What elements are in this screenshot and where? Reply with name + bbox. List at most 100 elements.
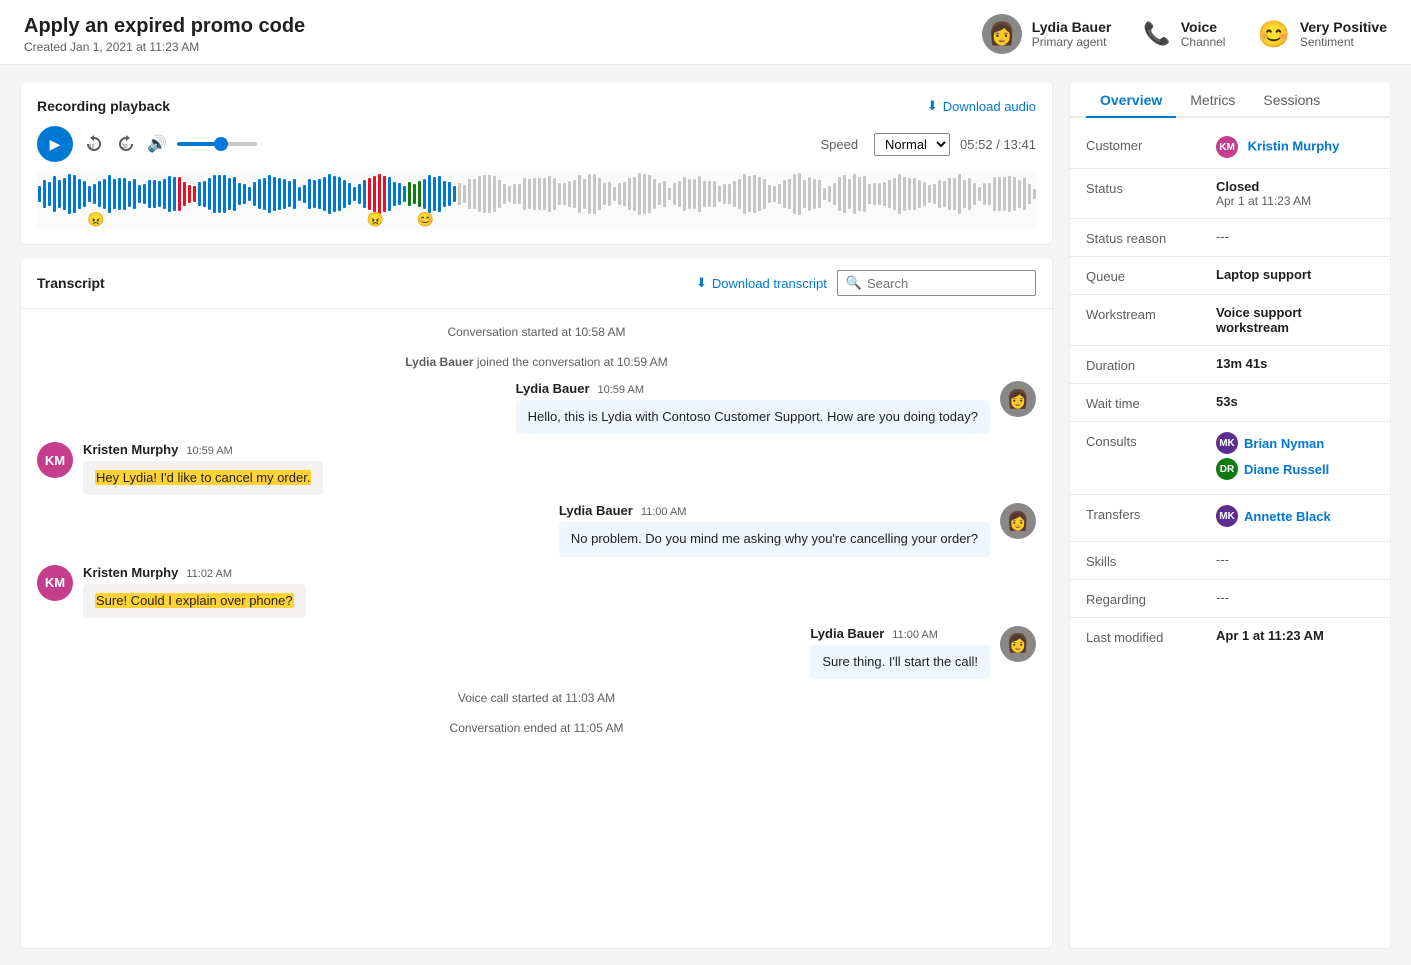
detail-row-skills: Skills --- [1070, 542, 1390, 580]
detail-label: Skills [1086, 552, 1216, 569]
current-time: 05:52 [960, 137, 993, 152]
left-panel: Recording playback ⬇ Download audio ▶ 10… [20, 81, 1053, 949]
waveform-bar [458, 183, 461, 205]
waveform-bar [703, 181, 706, 208]
speed-select[interactable]: Normal 0.5x 0.75x 1.25x 1.5x 2x [874, 133, 950, 156]
waveform-bar [578, 175, 581, 212]
waveform-bar [543, 178, 546, 210]
waveform-bar [613, 187, 616, 200]
waveform-bar [473, 179, 476, 210]
waveform-bar [813, 179, 816, 208]
waveform-bar [718, 186, 721, 201]
waveform-bar [73, 175, 76, 212]
consult-name[interactable]: Diane Russell [1244, 462, 1329, 477]
waveform-bar [488, 175, 491, 213]
waveform-bar [248, 187, 251, 201]
waveform-bar [743, 174, 746, 213]
waveform-bar [278, 178, 281, 210]
waveform-bar [523, 178, 526, 210]
page-header: Apply an expired promo code Created Jan … [0, 0, 1411, 65]
waveform-bar [873, 183, 876, 204]
consult-item: DR Diane Russell [1216, 458, 1374, 480]
rewind-forward-button[interactable]: 30 [115, 133, 137, 155]
recording-card: Recording playback ⬇ Download audio ▶ 10… [20, 81, 1053, 245]
search-box[interactable]: 🔍 [837, 270, 1036, 296]
waveform-bar [533, 178, 536, 211]
waveform-bar [883, 182, 886, 207]
waveform-bar [93, 184, 96, 205]
agent-bubble-wrap: Lydia Bauer 11:00 AM No problem. Do you … [559, 503, 990, 556]
waveform-bar [393, 182, 396, 205]
rewind-back-button[interactable]: 10 [83, 133, 105, 155]
detail-label: Consults [1086, 432, 1216, 449]
tab-overview[interactable]: Overview [1086, 82, 1176, 118]
waveform-bar [678, 181, 681, 206]
waveform-bar [353, 187, 356, 201]
waveform-bar [768, 185, 771, 204]
waveform-bar [943, 181, 946, 207]
waveform-bar [1013, 177, 1016, 211]
waveform-bar [413, 184, 416, 204]
tab-sessions[interactable]: Sessions [1249, 82, 1334, 118]
waveform-bar [958, 174, 961, 213]
agent-photo: 👩 [1000, 381, 1036, 417]
waveform-bar [403, 186, 406, 202]
customer-name-link[interactable]: Kristin Murphy [1248, 138, 1340, 153]
download-audio-label: Download audio [943, 99, 1036, 114]
bubble-name: Kristen Murphy [83, 442, 178, 457]
waveform-bar [983, 183, 986, 206]
transcript-body: Conversation started at 10:58 AM Lydia B… [21, 309, 1052, 948]
search-input[interactable] [867, 276, 1027, 291]
waveform-bar [383, 176, 386, 212]
search-icon: 🔍 [846, 275, 862, 291]
waveform-bar [373, 176, 376, 212]
detail-row-status-reason: Status reason --- [1070, 219, 1390, 257]
playback-controls: ▶ 10 30 🔊 Speed Normal [37, 126, 1036, 162]
tab-metrics[interactable]: Metrics [1176, 82, 1249, 118]
consult-name[interactable]: Brian Nyman [1244, 436, 1324, 451]
waveform-bar [348, 183, 351, 205]
waveform-bar [738, 179, 741, 210]
play-button[interactable]: ▶ [37, 126, 73, 162]
waveform-bar [123, 178, 126, 210]
bubble-name: Lydia Bauer [559, 503, 633, 518]
waveform-bar [1033, 189, 1036, 200]
volume-button[interactable]: 🔊 [147, 134, 167, 154]
waveform-bar [193, 186, 196, 202]
transfer-name[interactable]: Annette Black [1244, 509, 1331, 524]
waveform-bar [993, 177, 996, 210]
waveform-bar [423, 179, 426, 208]
detail-label: Workstream [1086, 305, 1216, 322]
waveform-bar [693, 179, 696, 210]
waveform-bar [598, 178, 601, 210]
detail-value: Voice support workstream [1216, 305, 1374, 335]
message-row: KM Kristen Murphy 10:59 AM Hey Lydia! I'… [37, 442, 1036, 495]
waveform-bar [253, 182, 256, 206]
waveform-bar [323, 177, 326, 211]
waveform-bar [483, 175, 486, 214]
waveform-bar [918, 180, 921, 208]
waveform-bar [583, 179, 586, 210]
detail-value: KM Kristin Murphy [1216, 136, 1374, 158]
download-transcript-link[interactable]: ⬇ Download transcript [696, 275, 827, 291]
tab-bar: Overview Metrics Sessions [1070, 82, 1390, 118]
bubble-time: 10:59 AM [598, 384, 644, 396]
waveform-bar [333, 176, 336, 211]
waveform-bar [888, 180, 891, 209]
waveform-bar [263, 178, 266, 210]
agent-photo: 👩 [1000, 626, 1036, 662]
download-audio-link[interactable]: ⬇ Download audio [927, 98, 1036, 114]
waveform-bar [428, 175, 431, 213]
waveform-bar [663, 181, 666, 206]
waveform-bar [468, 179, 471, 210]
recording-title: Recording playback [37, 98, 170, 114]
download-audio-icon: ⬇ [927, 98, 938, 114]
waveform[interactable]: 😠 😠 😊 [37, 172, 1036, 228]
waveform-bar [293, 179, 296, 209]
detail-row-duration: Duration 13m 41s [1070, 346, 1390, 384]
waveform-bar [928, 185, 931, 203]
download-transcript-icon: ⬇ [696, 275, 707, 291]
volume-slider[interactable] [177, 142, 257, 146]
detail-label: Queue [1086, 267, 1216, 284]
waveform-bar [303, 185, 306, 203]
